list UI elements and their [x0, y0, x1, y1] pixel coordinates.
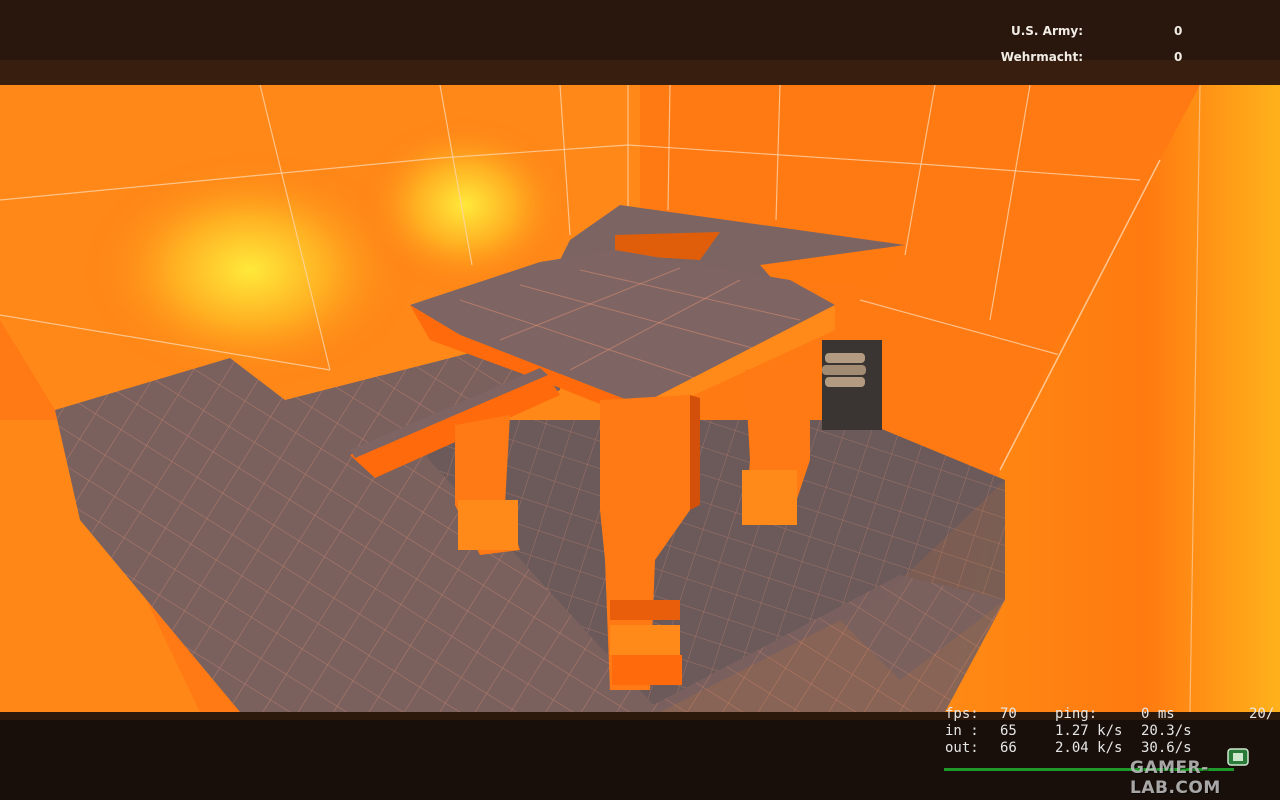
net-rate: 1.27 k/s	[1055, 723, 1123, 739]
net-per-second: 0 ms	[1141, 706, 1175, 722]
team-score: 0	[1174, 50, 1183, 64]
net-rate: ping:	[1055, 706, 1098, 722]
net-rate: 2.04 k/s	[1055, 740, 1123, 756]
net-label: out:	[945, 740, 979, 756]
net-per-second: 20.3/s	[1141, 723, 1192, 739]
net-graph-row: fps: 70 ping: 0 ms	[945, 706, 1275, 723]
watermark: GAMER-LAB.COM	[1130, 758, 1221, 798]
net-value: 65	[1000, 723, 1017, 739]
scoreboard: U.S. Army: 0 Wehrmacht: 0	[980, 24, 1280, 76]
net-value: 70	[1000, 706, 1017, 722]
score-row: Wehrmacht: 0	[980, 50, 1280, 76]
top-hud-bar: U.S. Army: 0 Wehrmacht: 0	[0, 0, 1280, 85]
game-scene	[0, 60, 1280, 720]
net-value: 66	[1000, 740, 1017, 756]
net-label: in :	[945, 723, 979, 739]
net-graph-row: in : 65 1.27 k/s 20.3/s	[945, 723, 1275, 740]
sandbags	[822, 353, 866, 387]
net-per-second: 30.6/s	[1141, 740, 1192, 756]
net-graph-counter: 20/	[1249, 706, 1275, 722]
score-row: U.S. Army: 0	[980, 24, 1280, 50]
net-label: fps:	[945, 706, 979, 722]
team-score: 0	[1174, 24, 1183, 38]
game-viewport[interactable]: U.S. Army: 0 Wehrmacht: 0 fps: 70 ping: …	[0, 0, 1280, 800]
team-name: U.S. Army:	[1010, 24, 1083, 38]
team-name: Wehrmacht:	[1000, 50, 1083, 64]
